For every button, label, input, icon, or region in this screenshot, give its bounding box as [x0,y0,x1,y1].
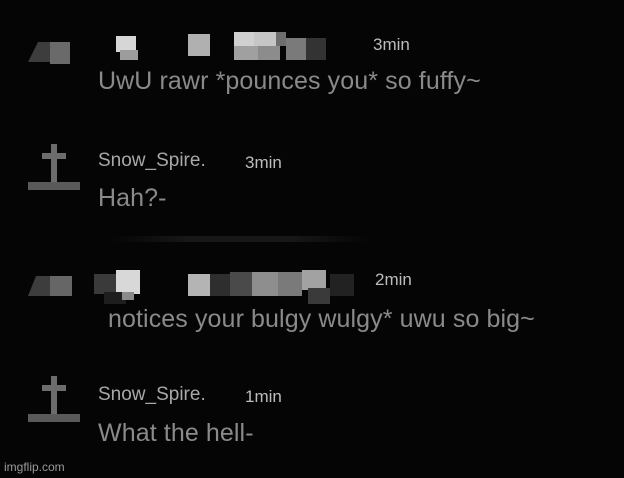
message-text: UwU rawr *pounces you* so fuffy~ [98,67,481,95]
watermark-text: imgflip.com [4,460,65,474]
censored-avatar-icon [28,276,72,296]
username: Snow_Spire. [98,150,206,171]
message-time: 1min [245,387,282,406]
censored-avatar-icon [28,42,70,64]
message-time: 3min [373,35,410,54]
message-time: 2min [375,270,412,289]
message-time: 3min [245,153,282,172]
message-text: notices your bulgy wulgy* uwu so big~ [108,305,535,333]
grave-cross-icon [28,376,80,422]
faint-divider [110,236,370,242]
grave-cross-icon [28,144,80,190]
message-text: Hah?- [98,184,167,212]
message-text: What the hell- [98,419,254,447]
chat-screen: 3min UwU rawr *pounces you* so fuffy~ Sn… [0,0,624,478]
username: Snow_Spire. [98,384,206,405]
